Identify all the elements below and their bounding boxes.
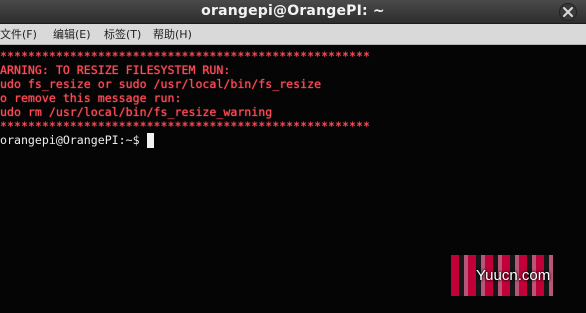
menu-edit[interactable]: 编辑(E) bbox=[53, 26, 91, 43]
terminal-cursor bbox=[147, 133, 154, 148]
menu-tabs[interactable]: 标签(T) bbox=[104, 26, 141, 43]
warning-line-remove-message: o remove this message run: bbox=[0, 91, 182, 105]
warning-border-top: ****************************************… bbox=[0, 49, 370, 63]
warning-line-remove-command: udo rm /usr/local/bin/fs_resize_warning bbox=[0, 105, 273, 119]
warning-line-command: udo fs_resize or sudo /usr/local/bin/fs_… bbox=[0, 77, 322, 91]
warning-line-resize: ARNING: TO RESIZE FILESYSTEM RUN: bbox=[0, 63, 231, 77]
warning-border-bottom: ****************************************… bbox=[0, 119, 370, 133]
window-title: orangepi@OrangePI: ~ bbox=[201, 3, 385, 19]
shell-prompt-text: orangepi@OrangePI:~$ bbox=[0, 133, 140, 147]
menu-help[interactable]: 帮助(H) bbox=[153, 26, 192, 43]
menu-bar: 文件(F) 编辑(E) 标签(T) 帮助(H) bbox=[0, 24, 586, 45]
close-button[interactable] bbox=[559, 3, 577, 21]
watermark-text: Yuucn.com bbox=[476, 267, 551, 284]
terminal-window: orangepi@OrangePI: ~ 文件(F) 编辑(E) 标签(T) 帮… bbox=[0, 0, 586, 313]
shell-prompt: orangepi@OrangePI:~$ bbox=[0, 133, 140, 147]
window-titlebar[interactable]: orangepi@OrangePI: ~ bbox=[0, 0, 586, 24]
menu-file[interactable]: 文件(F) bbox=[0, 26, 37, 43]
close-icon bbox=[563, 7, 573, 17]
